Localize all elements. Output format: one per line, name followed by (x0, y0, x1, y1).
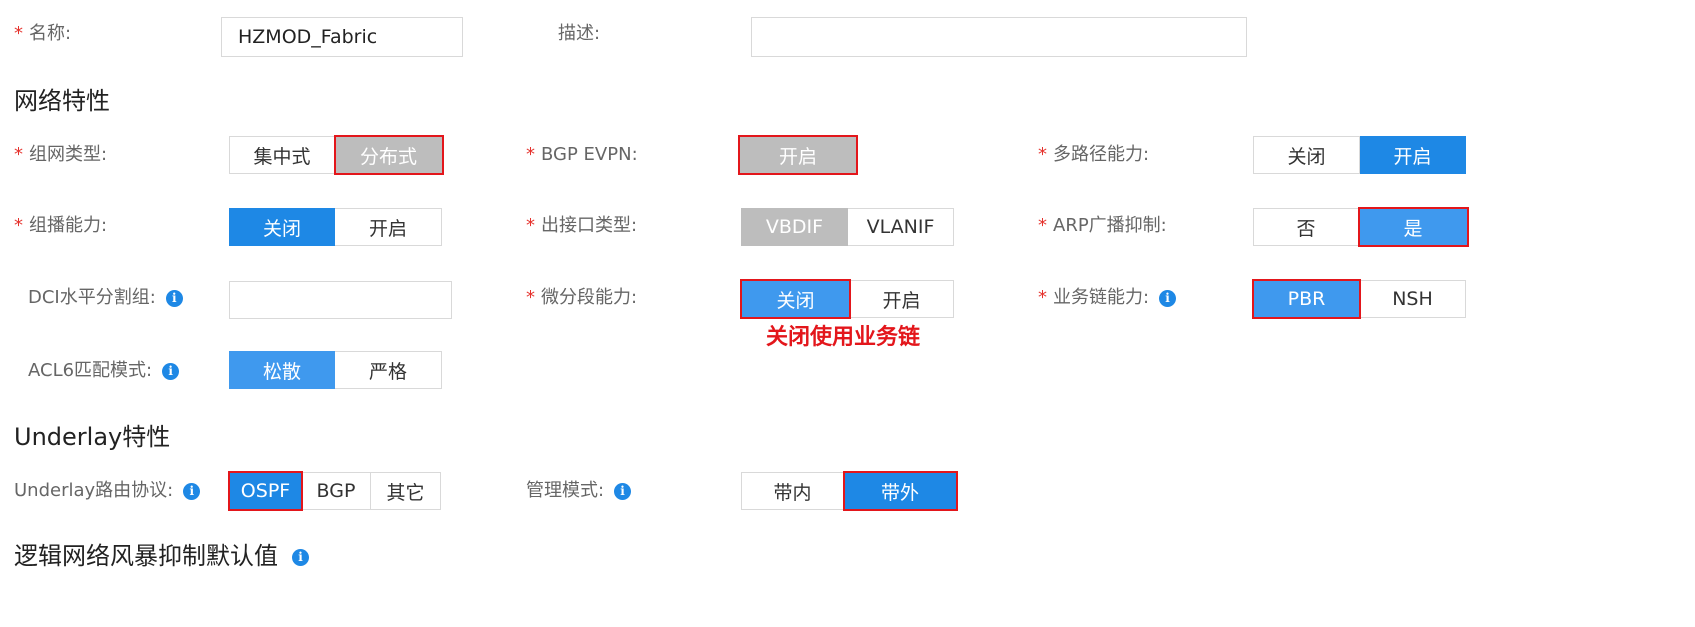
network-section-title: 网络特性 (14, 87, 110, 115)
option-arp-yes[interactable]: 是 (1358, 207, 1469, 247)
description-field-label: 描述: (558, 23, 601, 44)
option-acl6-loose[interactable]: 松散 (229, 351, 335, 389)
option-ospf[interactable]: OSPF (228, 471, 303, 511)
description-input[interactable] (751, 17, 1247, 57)
multipath-label: * 多路径能力: (1038, 144, 1150, 165)
info-icon[interactable]: i (165, 289, 183, 307)
micro-seg-label: * 微分段能力: (526, 287, 638, 308)
option-out-of-band[interactable]: 带外 (843, 471, 958, 511)
micro-seg-annotation: 关闭使用业务链 (766, 325, 921, 350)
option-multipath-on[interactable]: 开启 (1360, 136, 1466, 174)
name-input[interactable]: HZMOD_Fabric (221, 17, 463, 57)
arp-suppress-label: * ARP广播抑制: (1038, 215, 1167, 236)
option-in-band[interactable]: 带内 (741, 472, 844, 510)
option-bgp-evpn-on[interactable]: 开启 (738, 135, 858, 175)
info-icon[interactable]: i (1159, 289, 1177, 307)
arp-suppress-toggle: 否 是 (1253, 207, 1469, 247)
required-asterisk: * (1038, 287, 1047, 308)
micro-seg-toggle: 关闭 开启 (740, 279, 954, 319)
option-arp-no[interactable]: 否 (1253, 208, 1359, 246)
mgmt-mode-toggle: 带内 带外 (741, 471, 958, 511)
required-asterisk: * (526, 215, 535, 236)
required-asterisk: * (526, 287, 535, 308)
info-icon[interactable]: i (614, 482, 632, 500)
multicast-label: * 组播能力: (14, 215, 108, 236)
egress-type-label: * 出接口类型: (526, 215, 638, 236)
option-multicast-on[interactable]: 开启 (335, 208, 442, 246)
networking-type-toggle: 集中式 分布式 (229, 135, 444, 175)
option-bgp[interactable]: BGP (302, 472, 371, 510)
option-acl6-strict[interactable]: 严格 (335, 351, 442, 389)
option-centralized[interactable]: 集中式 (229, 136, 335, 174)
mgmt-mode-label: 管理模式: i (526, 479, 632, 503)
underlay-section-title: Underlay特性 (14, 423, 171, 451)
required-asterisk: * (1038, 144, 1047, 165)
info-icon[interactable]: i (162, 362, 180, 380)
option-pbr[interactable]: PBR (1252, 279, 1361, 319)
underlay-routing-label: Underlay路由协议: i (14, 479, 201, 503)
option-vlanif[interactable]: VLANIF (848, 208, 954, 246)
acl6-mode-label: ACL6匹配模式: i (28, 359, 180, 383)
multipath-toggle: 关闭 开启 (1253, 136, 1466, 174)
multicast-toggle: 关闭 开启 (229, 208, 442, 246)
service-chain-toggle: PBR NSH (1252, 279, 1466, 319)
info-icon[interactable]: i (183, 482, 201, 500)
required-asterisk: * (14, 215, 23, 236)
required-asterisk: * (14, 144, 23, 165)
option-distributed[interactable]: 分布式 (334, 135, 444, 175)
egress-type-toggle: VBDIF VLANIF (741, 208, 954, 246)
info-icon[interactable]: i (292, 548, 309, 566)
option-multipath-off[interactable]: 关闭 (1253, 136, 1360, 174)
required-asterisk: * (1038, 215, 1047, 236)
storm-section-title: 逻辑网络风暴抑制默认值 i (14, 541, 309, 571)
option-nsh[interactable]: NSH (1360, 280, 1466, 318)
option-micro-seg-off[interactable]: 关闭 (740, 279, 851, 319)
option-micro-seg-on[interactable]: 开启 (850, 280, 954, 318)
option-other[interactable]: 其它 (371, 472, 441, 510)
bgp-evpn-toggle: 开启 (738, 135, 858, 175)
service-chain-label: * 业务链能力: i (1038, 286, 1177, 310)
dci-split-input[interactable] (229, 281, 452, 319)
bgp-evpn-label: * BGP EVPN: (526, 144, 638, 165)
dci-split-label: DCI水平分割组: i (28, 286, 183, 310)
acl6-mode-toggle: 松散 严格 (229, 351, 442, 389)
underlay-routing-toggle: OSPF BGP 其它 (228, 471, 441, 511)
required-asterisk: * (526, 144, 535, 165)
networking-type-label: * 组网类型: (14, 144, 108, 165)
option-multicast-off[interactable]: 关闭 (229, 208, 335, 246)
name-field-label: * 名称: (14, 23, 72, 44)
required-asterisk: * (14, 23, 23, 44)
option-vbdif[interactable]: VBDIF (741, 208, 848, 246)
